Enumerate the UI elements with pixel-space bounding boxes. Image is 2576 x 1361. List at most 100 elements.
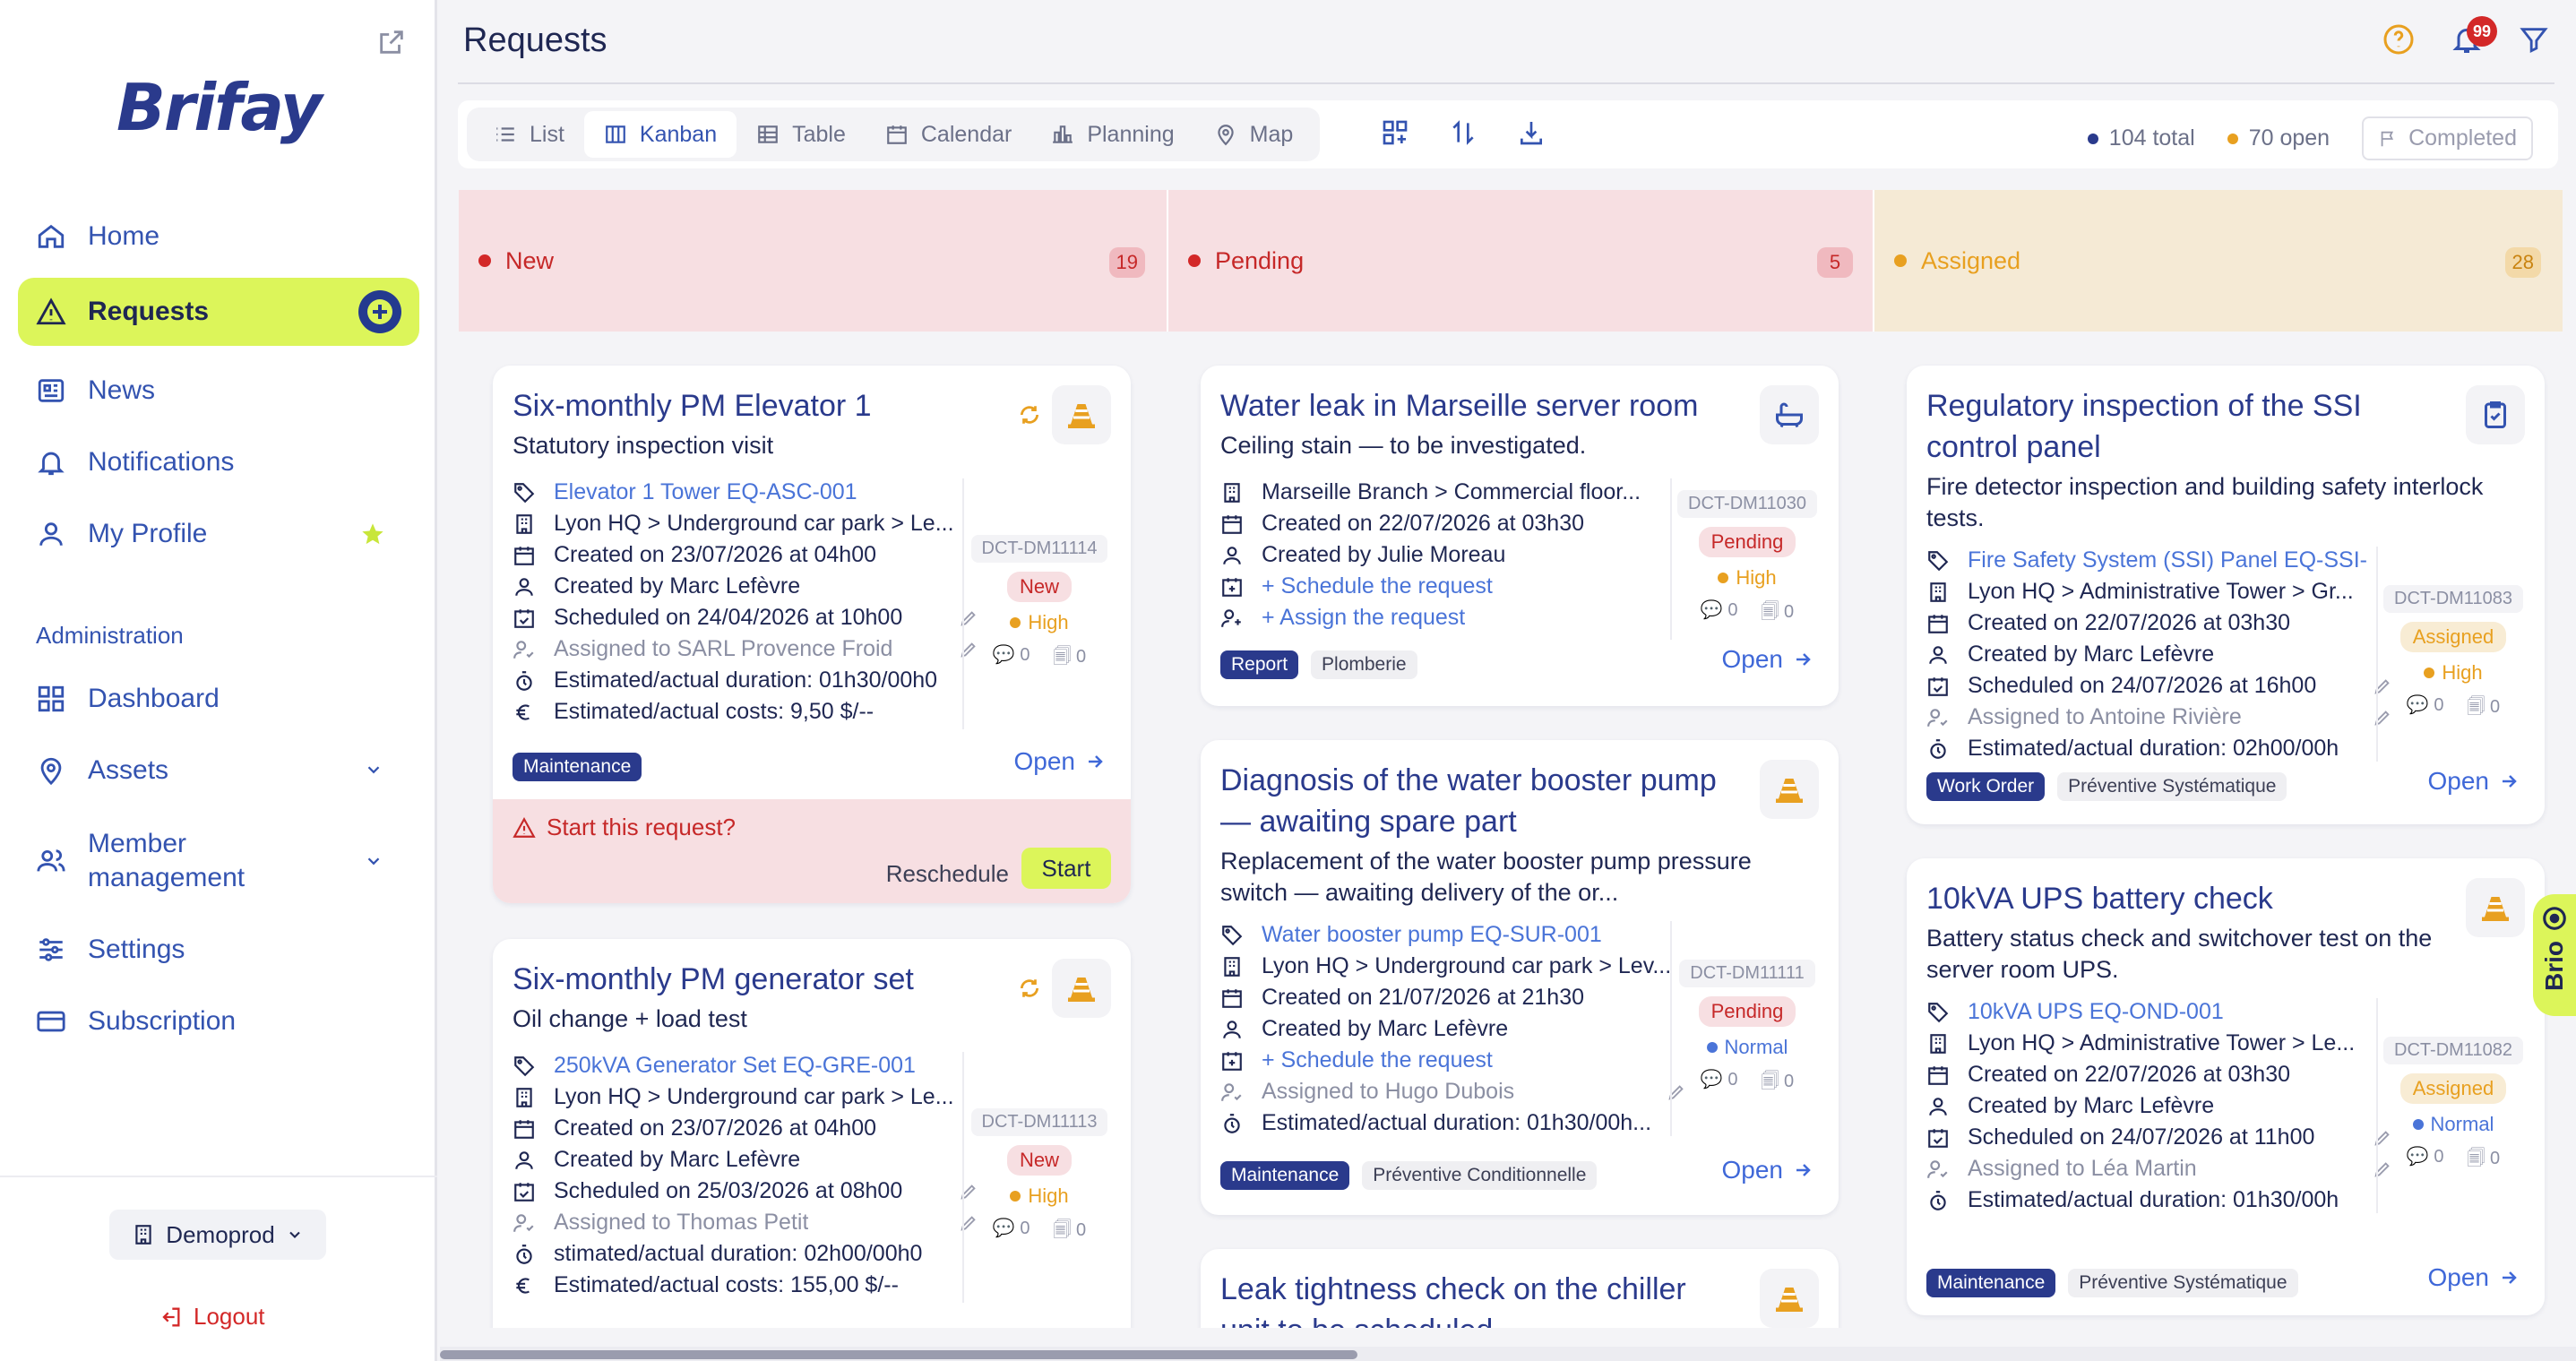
- card-title[interactable]: Water leak in Marseille server room: [1220, 385, 1722, 426]
- scheduled-row[interactable]: Scheduled on 24/04/2026 at 10h00: [513, 602, 978, 633]
- tab-planning[interactable]: Planning: [1031, 111, 1193, 158]
- sidebar-item-member-management[interactable]: Member management: [18, 823, 419, 900]
- assigned-row[interactable]: Assigned to SARL Provence Froid: [513, 633, 978, 665]
- tag: Préventive Systématique: [2068, 1269, 2298, 1297]
- notifications-button[interactable]: 99: [2451, 16, 2497, 56]
- location-text: Lyon HQ > Underground car park > Le...: [554, 1084, 954, 1109]
- assigned-row[interactable]: Assigned to Hugo Dubois: [1220, 1076, 1686, 1107]
- card-title[interactable]: 10kVA UPS battery check: [1926, 878, 2428, 919]
- asset-row[interactable]: 250kVA Generator Set EQ-GRE-001: [513, 1050, 978, 1081]
- comments-count: 💬 0: [2406, 694, 2444, 715]
- status-badge: Assigned: [2399, 621, 2507, 652]
- card-title[interactable]: Regulatory inspection of the SSI control…: [1926, 385, 2428, 468]
- sidebar-item-my-profile[interactable]: My Profile: [18, 500, 419, 568]
- asset-link[interactable]: 250kVA Generator Set EQ-GRE-001: [554, 1053, 916, 1079]
- assigned-row[interactable]: Assigned to Antoine Rivière: [1926, 702, 2392, 733]
- asset-link[interactable]: Fire Safety System (SSI) Panel EQ-SSI-: [1968, 547, 2367, 573]
- comments-count: 💬 0: [992, 644, 1030, 665]
- request-card[interactable]: 10kVA UPS battery check Battery status c…: [1907, 858, 2545, 1315]
- tag: Maintenance: [1220, 1161, 1350, 1190]
- sliders-icon: [39, 938, 63, 961]
- asset-link[interactable]: Elevator 1 Tower EQ-ASC-001: [554, 479, 857, 505]
- request-card[interactable]: Diagnosis of the water booster pump — aw…: [1201, 740, 1839, 1215]
- filter-icon[interactable]: [2519, 24, 2549, 55]
- start-button[interactable]: Start: [1021, 848, 1111, 889]
- assigned-row[interactable]: Assigned to Thomas Petit: [513, 1207, 978, 1238]
- add-request-button[interactable]: [358, 290, 401, 333]
- assigned-row[interactable]: Assigned to Léa Martin: [1926, 1153, 2392, 1184]
- asset-row[interactable]: Fire Safety System (SSI) Panel EQ-SSI-: [1926, 545, 2392, 576]
- asset-link[interactable]: 10kVA UPS EQ-OND-001: [1968, 999, 2224, 1025]
- sidebar-item-home[interactable]: Home: [18, 202, 419, 271]
- user-plus-icon: [1221, 608, 1241, 627]
- scheduled-row[interactable]: Scheduled on 24/07/2026 at 16h00: [1926, 670, 2392, 702]
- costs-row: Estimated/actual costs: 9,50 $/--: [513, 696, 978, 728]
- sidebar-item-requests[interactable]: Requests: [18, 278, 419, 346]
- download-icon[interactable]: [1517, 118, 1546, 147]
- status-badge: New: [1006, 571, 1072, 602]
- tag: Maintenance: [1926, 1269, 2056, 1297]
- sidebar-item-dashboard[interactable]: Dashboard: [18, 665, 419, 733]
- priority-dot: [1010, 1190, 1021, 1202]
- attachments-value: 0: [2490, 696, 2501, 717]
- request-card[interactable]: Water leak in Marseille server room Ceil…: [1201, 366, 1839, 706]
- tab-kanban[interactable]: Kanban: [583, 111, 737, 158]
- schedule-request-link[interactable]: + Schedule the request: [1262, 573, 1493, 599]
- chevron-down-icon[interactable]: [364, 851, 383, 871]
- request-card[interactable]: Six-monthly PM generator set Oil change …: [493, 939, 1131, 1328]
- request-card[interactable]: Six-monthly PM Elevator 1 Statutory insp…: [493, 366, 1131, 903]
- schedule-action-row[interactable]: + Schedule the request: [1220, 571, 1686, 602]
- sidebar-item-assets[interactable]: Assets: [18, 736, 419, 805]
- assign-action-row[interactable]: + Assign the request: [1220, 602, 1686, 633]
- sidebar-item-notifications[interactable]: Notifications: [18, 428, 419, 496]
- tab-table[interactable]: Table: [737, 111, 866, 158]
- card-title[interactable]: Six-monthly PM Elevator 1: [513, 385, 1014, 426]
- sort-icon[interactable]: [1449, 118, 1478, 147]
- reference-badge: DCT-DM11111: [1679, 959, 1815, 987]
- open-label: Open: [1721, 1156, 1784, 1184]
- card-title[interactable]: Six-monthly PM generator set: [513, 959, 1014, 1000]
- scheduled-row[interactable]: Scheduled on 24/07/2026 at 11h00: [1926, 1122, 2392, 1153]
- tab-map[interactable]: Map: [1194, 111, 1314, 158]
- open-link[interactable]: Open: [1722, 1156, 1814, 1184]
- horizontal-scrollbar[interactable]: [440, 1347, 2576, 1361]
- scrollbar-thumb[interactable]: [440, 1350, 1357, 1359]
- card-title[interactable]: Leak tightness check on the chiller unit…: [1220, 1269, 1722, 1328]
- open-link[interactable]: Open: [1014, 747, 1107, 776]
- header-actions: 99: [2382, 16, 2549, 56]
- open-link[interactable]: Open: [2428, 1263, 2520, 1292]
- chevron-down-icon[interactable]: [364, 760, 383, 780]
- tab-calendar[interactable]: Calendar: [866, 111, 1031, 158]
- logout-link[interactable]: Logout: [158, 1303, 265, 1331]
- type-badge: [1760, 760, 1819, 819]
- sidebar-item-subscription[interactable]: Subscription: [18, 987, 419, 1055]
- asset-row[interactable]: Water booster pump EQ-SUR-001: [1220, 919, 1686, 951]
- schedule-request-link[interactable]: + Schedule the request: [1262, 1047, 1493, 1073]
- sidebar-item-news[interactable]: News: [18, 357, 419, 425]
- external-link-icon[interactable]: [376, 27, 407, 57]
- asset-row[interactable]: 10kVA UPS EQ-OND-001: [1926, 996, 2392, 1028]
- completed-toggle[interactable]: Completed: [2362, 116, 2533, 160]
- dashboard-icon: [38, 685, 65, 712]
- sidebar-item-label: Notifications: [88, 447, 235, 477]
- schedule-action-row[interactable]: + Schedule the request: [1220, 1045, 1686, 1076]
- asset-link[interactable]: Water booster pump EQ-SUR-001: [1262, 922, 1602, 948]
- brio-assistant-tab[interactable]: Brio: [2533, 894, 2576, 1016]
- sidebar-item-settings[interactable]: Settings: [18, 916, 419, 984]
- request-card[interactable]: Leak tightness check on the chiller unit…: [1201, 1249, 1839, 1328]
- sidebar-item-label: Requests: [88, 297, 210, 326]
- assign-request-link[interactable]: + Assign the request: [1262, 605, 1465, 631]
- open-link[interactable]: Open: [1722, 645, 1814, 674]
- tab-list[interactable]: List: [474, 111, 584, 158]
- open-link[interactable]: Open: [2428, 767, 2520, 796]
- add-widget-icon[interactable]: [1381, 118, 1409, 147]
- scheduled-row[interactable]: Scheduled on 25/03/2026 at 08h00: [513, 1176, 978, 1207]
- card-title[interactable]: Diagnosis of the water booster pump — aw…: [1220, 760, 1722, 842]
- asset-row[interactable]: Elevator 1 Tower EQ-ASC-001: [513, 477, 978, 508]
- org-select[interactable]: Demoprod: [109, 1210, 326, 1260]
- reschedule-button[interactable]: Reschedule: [886, 860, 1009, 888]
- comments-count: 💬 0: [992, 1218, 1030, 1238]
- request-card[interactable]: Regulatory inspection of the SSI control…: [1907, 366, 2545, 824]
- help-icon[interactable]: [2382, 23, 2415, 56]
- star-icon[interactable]: [360, 521, 385, 547]
